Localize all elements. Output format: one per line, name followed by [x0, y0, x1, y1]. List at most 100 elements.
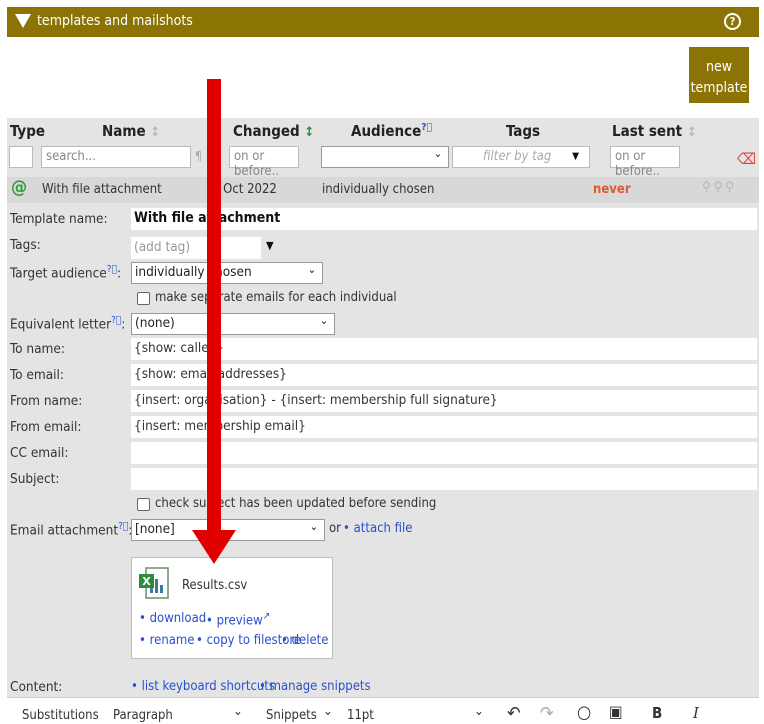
- target-audience-help-icon[interactable]: ?⃝: [107, 264, 117, 275]
- from-name-label: From name:: [10, 393, 83, 409]
- section-header[interactable]: templates and mailshots ?: [7, 7, 759, 37]
- audience-filter-select[interactable]: ⌄: [321, 146, 449, 168]
- chevron-down-icon: ⌄: [307, 263, 316, 276]
- template-name-label: Template name:: [10, 211, 108, 227]
- row-name[interactable]: With file attachment: [42, 182, 162, 197]
- tag-filter-placeholder: filter by tag: [483, 149, 552, 164]
- collapse-triangle-icon[interactable]: [15, 14, 31, 28]
- subject-label: Subject:: [10, 471, 60, 487]
- from-name-input[interactable]: {insert: organisation} - {insert: member…: [131, 390, 757, 412]
- from-email-input[interactable]: {insert: membership email}: [131, 416, 757, 438]
- email-at-icon: @: [11, 177, 28, 198]
- section-title: templates and mailshots: [37, 13, 193, 29]
- check-subject-label: check subject has been updated before se…: [155, 496, 437, 511]
- to-email-input[interactable]: {show: email addresses}: [131, 364, 757, 386]
- chevron-down-icon: ⌄: [433, 147, 442, 160]
- snippets-menu[interactable]: Snippets: [266, 708, 317, 723]
- separate-emails-label: make separate emails for each individual: [155, 290, 397, 305]
- delete-link[interactable]: • delete: [281, 633, 328, 648]
- equivalent-letter-value: (none): [135, 315, 175, 331]
- chevron-down-icon: ⌄: [319, 314, 328, 327]
- tag-filter-select[interactable]: filter by tag ▼: [452, 146, 590, 168]
- dropdown-caret-icon: ▼: [572, 151, 579, 162]
- type-filter[interactable]: [9, 146, 33, 168]
- attach-file-link[interactable]: • attach file: [343, 521, 413, 536]
- column-changed-label: Changed: [233, 122, 300, 140]
- row-audience: individually chosen: [322, 182, 435, 197]
- substitutions-menu[interactable]: Substitutions: [22, 708, 99, 723]
- equivalent-letter-label-text: Equivalent letter: [10, 316, 112, 333]
- column-audience-label: Audience: [351, 122, 422, 140]
- equivalent-letter-select[interactable]: (none) ⌄: [131, 313, 335, 335]
- subject-input[interactable]: [131, 468, 757, 490]
- chevron-down-icon: ⌄: [233, 704, 243, 719]
- changed-filter-input[interactable]: on or before..: [229, 146, 299, 179]
- paragraph-select[interactable]: Paragraph: [113, 708, 173, 723]
- target-audience-select[interactable]: individually chosen ⌄: [131, 262, 323, 284]
- keyboard-shortcuts-link[interactable]: • list keyboard shortcuts: [131, 679, 275, 694]
- font-size-select[interactable]: 11pt: [347, 708, 374, 723]
- annotation-arrow-head: [192, 530, 236, 564]
- to-email-label: To email:: [10, 367, 64, 383]
- csv-file-icon[interactable]: X: [138, 565, 172, 601]
- email-attachment-value: [none]: [135, 521, 175, 537]
- target-audience-label-text: Target audience: [10, 265, 107, 282]
- or-text: or: [329, 521, 341, 536]
- column-name[interactable]: Name ↕: [102, 122, 160, 140]
- annotation-arrow-shaft: [207, 79, 221, 534]
- from-email-label: From email:: [10, 419, 82, 435]
- external-link-icon: ↗: [262, 611, 271, 622]
- name-search-input[interactable]: search...: [41, 146, 191, 168]
- equivalent-letter-label: Equivalent letter?⃝:: [10, 315, 126, 333]
- equivalent-letter-help-icon[interactable]: ?⃝: [111, 315, 121, 326]
- cc-email-input[interactable]: [131, 442, 757, 464]
- pin-icons[interactable]: ⚲⚲⚲: [702, 180, 737, 195]
- tags-dropdown-icon[interactable]: ▼: [266, 239, 274, 252]
- separate-emails-checkbox[interactable]: [137, 292, 150, 305]
- email-attachment-label-text: Email attachment: [10, 522, 119, 539]
- eraser-icon[interactable]: ⌫: [737, 150, 756, 168]
- column-last-sent-label: Last sent: [612, 122, 683, 140]
- editor-toolbar: Substitutions Paragraph ⌄ Snippets ⌄ 11p…: [7, 697, 759, 724]
- column-audience[interactable]: Audience?⃝: [351, 122, 432, 140]
- new-template-label: new template: [690, 59, 748, 96]
- preview-link[interactable]: • preview↗: [206, 611, 270, 628]
- column-tags[interactable]: Tags: [506, 122, 540, 140]
- column-changed[interactable]: Changed ↕: [233, 122, 314, 140]
- audience-help-icon[interactable]: ?⃝: [421, 122, 432, 133]
- sort-active-icon: ↕: [304, 125, 315, 140]
- manage-snippets-link[interactable]: • manage snippets: [259, 679, 371, 694]
- column-type[interactable]: Type: [10, 122, 45, 140]
- target-audience-value: individually chosen: [135, 264, 252, 280]
- sort-icon: ↕: [686, 125, 697, 140]
- row-last-sent: never: [593, 182, 631, 197]
- check-subject-checkbox[interactable]: [137, 498, 150, 511]
- sort-icon: ↕: [150, 125, 161, 140]
- content-label: Content:: [10, 679, 63, 695]
- template-name-input[interactable]: With file attachment: [131, 208, 757, 230]
- to-name-input[interactable]: {show: called}: [131, 338, 757, 360]
- file-name: Results.csv: [182, 578, 248, 593]
- cc-email-label: CC email:: [10, 445, 69, 461]
- undo-icon[interactable]: ↶: [507, 703, 521, 724]
- redo-icon[interactable]: ↷: [540, 703, 554, 724]
- paste-icon[interactable]: ▣: [609, 702, 623, 721]
- file-attachment-box: X Results.csv • download • preview↗ • re…: [131, 557, 333, 659]
- rename-link[interactable]: • rename: [139, 633, 195, 648]
- preview-link-label: • preview: [206, 613, 263, 629]
- help-icon[interactable]: ?: [724, 13, 741, 30]
- italic-button[interactable]: I: [693, 704, 699, 722]
- to-name-label: To name:: [10, 341, 65, 357]
- tags-input[interactable]: (add tag): [131, 237, 261, 259]
- chevron-down-icon: ⌄: [323, 704, 333, 719]
- new-template-button[interactable]: new template: [689, 47, 749, 103]
- column-last-sent[interactable]: Last sent ↕: [612, 122, 697, 140]
- download-link[interactable]: • download: [139, 611, 206, 626]
- bold-button[interactable]: B: [652, 704, 662, 722]
- tags-label: Tags:: [10, 237, 41, 253]
- chevron-down-icon: ⌄: [474, 704, 484, 719]
- search-icon[interactable]: ○: [577, 702, 591, 723]
- email-attachment-help-icon[interactable]: ?⃝: [118, 521, 128, 532]
- target-audience-label: Target audience?⃝:: [10, 264, 122, 282]
- last-sent-filter-input[interactable]: on or before..: [610, 146, 680, 179]
